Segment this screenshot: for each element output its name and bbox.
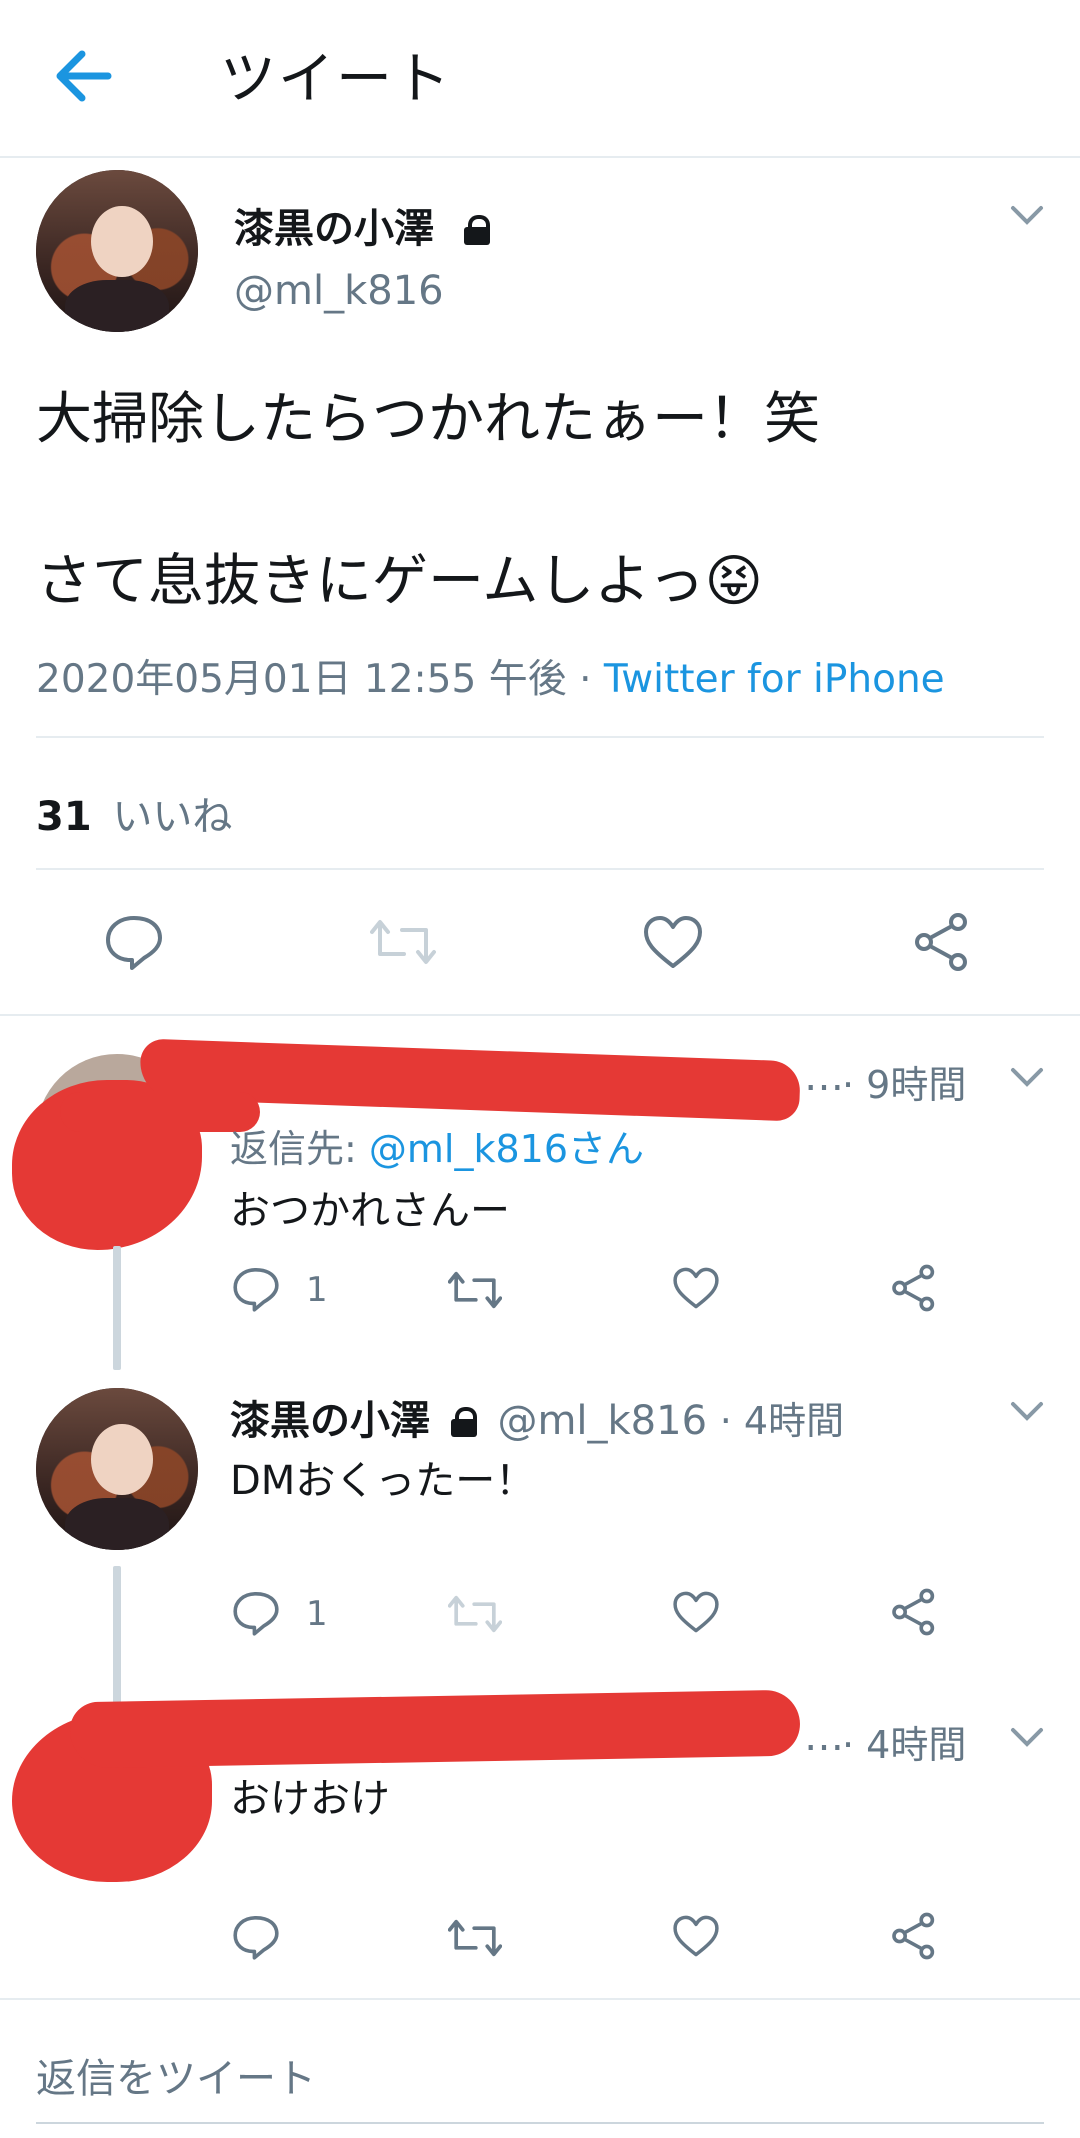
name-truncation: … [804,1714,844,1760]
retweet-icon[interactable] [447,1268,503,1316]
reply-to-label: 返信先: [230,1127,369,1171]
divider [36,868,1044,870]
tweet-date: 2020年05月01日 12:55 午後 [36,657,567,702]
author-handle[interactable]: @ml_k816 [497,1398,707,1444]
top-bar: ツイート [0,0,1080,158]
reply-text: おけおけ [230,1776,390,1822]
divider [0,1998,1080,2000]
reply-icon[interactable] [232,1914,280,1964]
like-heart-icon[interactable] [672,1266,720,1314]
name-truncation: … [804,1054,844,1100]
divider [0,1014,1080,1016]
share-icon[interactable] [912,912,972,976]
retweet-icon-disabled [447,1592,503,1640]
likes-label: いいね [112,794,233,840]
like-heart-icon[interactable] [672,1914,720,1962]
redaction-scribble [69,1689,801,1769]
share-icon[interactable] [890,1264,938,1316]
likes-count: 31 [36,794,92,840]
reply-text: おつかれさんー [230,1188,510,1234]
reply-icon[interactable] [232,1590,280,1640]
share-icon[interactable] [890,1588,938,1640]
compose-underline [36,2122,1044,2124]
back-arrow-icon[interactable] [52,40,116,112]
lock-icon [449,1407,479,1437]
reply-timestamp[interactable]: · 4時間 [842,1714,966,1769]
meta-separator: · [566,657,604,702]
retweet-icon-disabled [370,916,436,972]
reply-compose-input[interactable]: 返信をツイート [36,2046,316,2104]
avatar[interactable] [36,170,198,332]
author-name[interactable]: 漆黒の小澤 [230,1398,430,1444]
tweet-source-link[interactable]: Twitter for iPhone [604,657,945,702]
reply-count: 1 [306,1594,328,1634]
author-handle[interactable]: @ml_k816 [234,268,444,314]
like-heart-icon[interactable] [642,914,704,974]
avatar[interactable] [36,1388,198,1550]
tweet-text-line2: さて息抜きにゲームしよっ😝 [36,549,764,614]
divider [36,736,1044,738]
author-name[interactable]: 漆黒の小澤 [234,196,492,254]
retweet-icon[interactable] [447,1916,503,1964]
share-icon[interactable] [890,1912,938,1964]
thread-line [113,1246,121,1370]
tweet-text-line1: 大掃除したらつかれたぁー！笑 [36,387,820,452]
reply-icon[interactable] [232,1266,280,1316]
chevron-down-icon[interactable] [1010,1066,1044,1088]
page-title: ツイート [220,47,452,112]
reply-timestamp[interactable]: · 9時間 [842,1054,966,1109]
like-heart-icon[interactable] [672,1590,720,1638]
reply-header: 漆黒の小澤 @ml_k816 · 4時間 [230,1388,844,1446]
tweet-meta: 2020年05月01日 12:55 午後 · Twitter for iPhon… [36,648,945,704]
reply-to-handle[interactable]: @ml_k816さん [369,1127,644,1171]
reply-icon[interactable] [104,914,164,974]
likes-summary[interactable]: 31 いいね [36,784,232,842]
chevron-down-icon[interactable] [1010,204,1044,226]
lock-icon [462,215,492,245]
reply-to: 返信先: @ml_k816さん [230,1118,644,1173]
reply-text: DMおくったー！ [230,1458,536,1504]
reply-count: 1 [306,1270,328,1310]
chevron-down-icon[interactable] [1010,1400,1044,1422]
chevron-down-icon[interactable] [1010,1726,1044,1748]
reply-timestamp[interactable]: · 4時間 [720,1399,844,1443]
squinting-tongue-emoji: 😝 [704,549,764,614]
thread-line [113,1566,121,1704]
